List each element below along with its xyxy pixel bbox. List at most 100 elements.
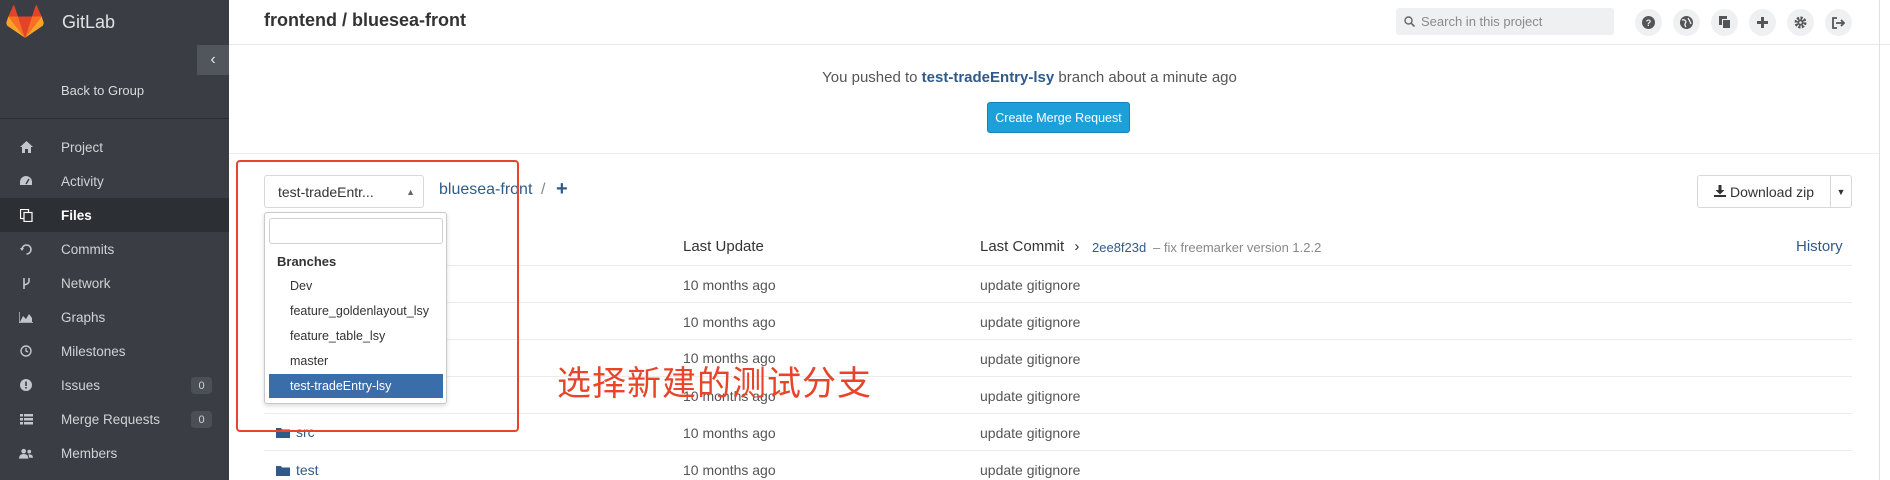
fork-icon <box>19 276 33 290</box>
sidebar-item-files[interactable]: Files <box>0 198 229 232</box>
branch-option[interactable]: feature_table_lsy <box>269 324 443 348</box>
sidebar-item-merge-requests[interactable]: Merge Requests 0 <box>0 402 229 436</box>
sidebar-item-activity[interactable]: Activity <box>0 164 229 198</box>
last-commit-cell[interactable]: update gitignore <box>980 314 1080 330</box>
sidebar-item-label: Commits <box>61 241 115 257</box>
sidebar-divider <box>0 118 229 119</box>
last-update-cell: 10 months ago <box>683 314 776 330</box>
scrollbar-track[interactable] <box>1879 0 1880 480</box>
file-name-label: test <box>296 462 319 478</box>
search-box[interactable] <box>1396 8 1614 35</box>
dashboard-icon <box>19 174 33 188</box>
row-divider <box>264 302 1852 303</box>
sidebar-item-network[interactable]: Network <box>0 266 229 300</box>
last-commit-hash-link[interactable]: 2ee8f23d <box>1092 240 1146 255</box>
sidebar-item-label: Project <box>61 139 104 155</box>
add-file-button[interactable]: + <box>556 178 568 201</box>
download-zip-button[interactable]: Download zip <box>1697 175 1831 208</box>
branch-select-value: test-tradeEntr... <box>278 183 374 200</box>
branch-select[interactable]: test-tradeEntr... ▲ <box>264 175 424 208</box>
branch-option-selected[interactable]: test-tradeEntry-lsy <box>269 374 443 398</box>
last-update-cell: 10 months ago <box>683 462 776 478</box>
breadcrumb-separator: / <box>541 181 546 198</box>
sidebar-item-label: Members <box>61 445 118 461</box>
row-divider <box>264 450 1852 451</box>
back-to-group-link[interactable]: Back to Group <box>61 83 144 98</box>
sidebar-item-label: Files <box>61 207 92 223</box>
top-header: frontend / bluesea-front ? <box>229 0 1890 45</box>
row-divider <box>264 376 1852 377</box>
annotation-text: 选择新建的测试分支 <box>557 364 872 404</box>
svg-text:?: ? <box>1646 18 1652 28</box>
file-name-label: src <box>296 424 315 440</box>
sidebar-item-label: Network <box>61 275 111 291</box>
sidebar-item-label: Milestones <box>61 343 126 359</box>
breadcrumb-repo-link[interactable]: bluesea-front <box>439 181 532 199</box>
chevron-right-icon: › <box>1074 238 1080 255</box>
home-icon <box>19 140 33 154</box>
sidebar-item-project[interactable]: Project <box>0 130 229 164</box>
search-input[interactable] <box>1421 14 1601 29</box>
divider <box>229 153 1879 154</box>
last-commit-cell[interactable]: update gitignore <box>980 425 1080 441</box>
push-notice-prefix: You pushed to <box>822 69 922 86</box>
table-header-divider <box>264 265 1852 266</box>
last-commit-cell[interactable]: update gitignore <box>980 277 1080 293</box>
download-options-toggle[interactable]: ▼ <box>1830 175 1852 208</box>
sidebar-item-milestones[interactable]: Milestones <box>0 334 229 368</box>
sidebar-item-graphs[interactable]: Graphs <box>0 300 229 334</box>
branch-filter-input[interactable] <box>269 218 443 244</box>
sidebar-item-issues[interactable]: Issues 0 <box>0 368 229 402</box>
branch-option[interactable]: master <box>269 349 443 373</box>
push-notice: You pushed to test-tradeEntry-lsy branch… <box>229 69 1830 86</box>
sidebar-item-label: Graphs <box>61 309 106 325</box>
plus-icon[interactable] <box>1749 9 1776 36</box>
sidebar-item-commits[interactable]: Commits <box>0 232 229 266</box>
exclamation-circle-icon <box>19 378 33 392</box>
clock-icon <box>19 344 33 358</box>
dropdown-section-header: Branches <box>277 254 337 269</box>
column-header-last-update: Last Update <box>683 238 764 255</box>
file-link[interactable]: src <box>276 424 315 440</box>
history-link[interactable]: History <box>1796 238 1843 255</box>
gear-icon[interactable] <box>1787 9 1814 36</box>
create-merge-request-button[interactable]: Create Merge Request <box>987 102 1130 133</box>
folder-icon <box>276 427 290 438</box>
last-update-cell: 10 months ago <box>683 277 776 293</box>
history-icon <box>19 242 33 256</box>
column-header-last-commit-label: Last Commit <box>980 238 1065 255</box>
sidebar-nav: Project Activity Files Commits Network G… <box>0 130 229 470</box>
column-header-last-commit: Last Commit › <box>980 238 1079 255</box>
list-icon <box>19 412 33 426</box>
row-divider <box>264 413 1852 414</box>
chevron-left-icon: ‹ <box>210 51 216 68</box>
last-update-cell: 10 months ago <box>683 425 776 441</box>
search-icon <box>1404 14 1416 30</box>
page-title: frontend / bluesea-front <box>264 10 466 30</box>
last-commit-cell[interactable]: update gitignore <box>980 351 1080 367</box>
file-link[interactable]: test <box>276 462 319 478</box>
push-notice-suffix: branch about a minute ago <box>1054 69 1237 86</box>
branch-dropdown: Branches Dev feature_goldenlayout_lsy fe… <box>264 212 447 404</box>
branch-option[interactable]: feature_goldenlayout_lsy <box>269 299 443 323</box>
sidebar-item-label: Merge Requests <box>61 411 161 427</box>
row-divider <box>264 339 1852 340</box>
issues-count-badge: 0 <box>191 377 212 394</box>
sidebar-item-members[interactable]: Members <box>0 436 229 470</box>
caret-down-icon: ▲ <box>406 187 415 197</box>
area-chart-icon <box>19 310 33 324</box>
last-commit-cell[interactable]: update gitignore <box>980 462 1080 478</box>
pushed-branch-name: test-tradeEntry-lsy <box>921 69 1055 86</box>
sidebar: GitLab ‹ Back to Group Project Activity … <box>0 0 229 480</box>
collapse-sidebar-button[interactable]: ‹ <box>197 45 229 75</box>
merge-requests-count-badge: 0 <box>191 411 212 428</box>
last-commit-message: – fix freemarker version 1.2.2 <box>1153 240 1322 255</box>
last-commit-cell[interactable]: update gitignore <box>980 388 1080 404</box>
sign-out-icon[interactable] <box>1825 9 1852 36</box>
help-icon[interactable]: ? <box>1635 9 1662 36</box>
globe-icon[interactable] <box>1673 9 1700 36</box>
logo-bar[interactable]: GitLab <box>0 0 229 44</box>
copy-icon[interactable] <box>1711 9 1738 36</box>
branch-option[interactable]: Dev <box>269 274 443 298</box>
sidebar-item-label: Issues <box>61 377 101 393</box>
